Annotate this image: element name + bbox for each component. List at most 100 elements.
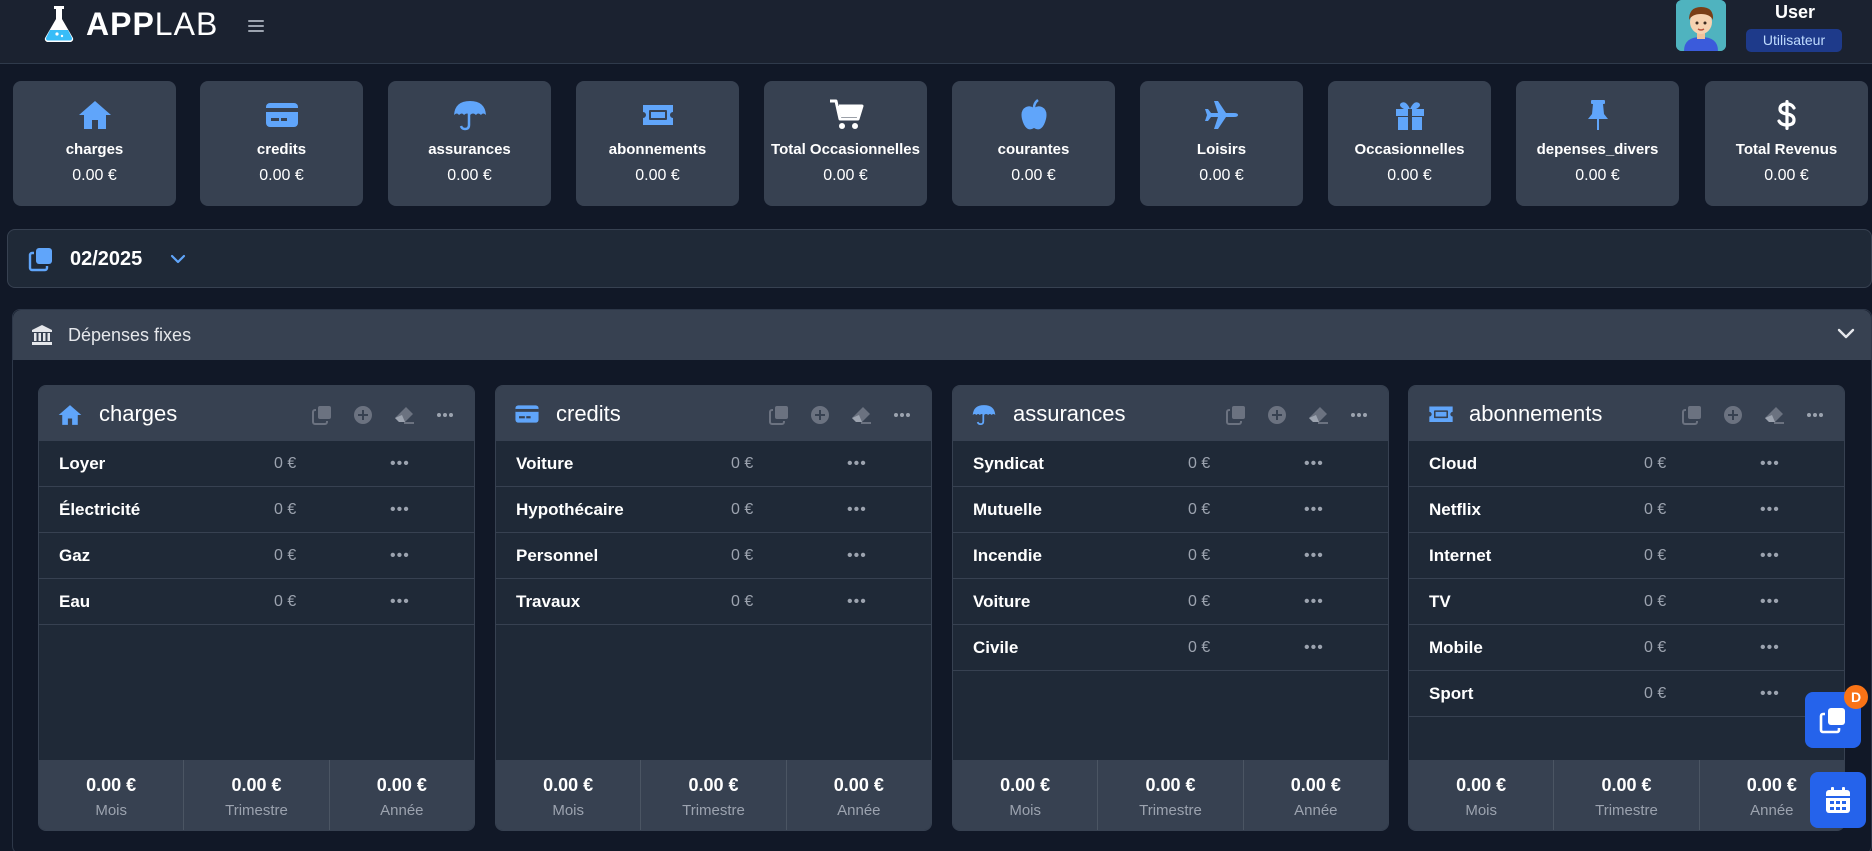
list-item[interactable]: TV 0 € •••: [1409, 579, 1844, 625]
list-item[interactable]: Internet 0 € •••: [1409, 533, 1844, 579]
list-item[interactable]: Mutuelle 0 € •••: [953, 487, 1388, 533]
month-value[interactable]: 02/2025: [70, 248, 142, 271]
summary-value: 0.00 €: [1575, 167, 1620, 184]
plus-circle-icon[interactable]: [808, 403, 831, 426]
eraser-icon[interactable]: [1306, 403, 1329, 426]
summary-label: credits: [256, 141, 307, 158]
summary-card-courantes[interactable]: courantes 0.00 €: [952, 81, 1115, 206]
floating-calendar-button[interactable]: [1810, 772, 1866, 828]
logo-bold: APP: [86, 5, 155, 42]
item-menu-icon[interactable]: •••: [390, 547, 410, 565]
summary-label: Total Occasionnelles: [771, 141, 920, 158]
summary-label: assurances: [428, 141, 511, 158]
avatar[interactable]: [1676, 0, 1726, 51]
category-card-abonnements: abonnements Cloud 0 € ••• Netflix 0 € ••• In…: [1408, 385, 1845, 831]
summary-card-total-occasionnelles[interactable]: Total Occasionnelles 0.00 €: [764, 81, 927, 206]
item-menu-icon[interactable]: •••: [1760, 593, 1780, 611]
item-menu-icon[interactable]: •••: [1304, 593, 1324, 611]
item-menu-icon[interactable]: •••: [1304, 639, 1324, 657]
item-amount: 0 €: [274, 593, 297, 610]
chevron-down-icon[interactable]: [1837, 326, 1855, 342]
total-value: 0.00 €: [1000, 775, 1051, 795]
item-menu-icon[interactable]: •••: [1760, 639, 1780, 657]
list-item[interactable]: Netflix 0 € •••: [1409, 487, 1844, 533]
item-menu-icon[interactable]: •••: [390, 501, 410, 519]
list-item[interactable]: Hypothécaire 0 € •••: [496, 487, 931, 533]
summary-card-charges[interactable]: charges 0.00 €: [13, 81, 176, 206]
item-amount: 0 €: [1188, 501, 1211, 518]
expense-list: Syndicat 0 € ••• Mutuelle 0 € ••• Incendie 0 …: [953, 441, 1388, 671]
copy-icon[interactable]: [28, 246, 54, 272]
item-menu-icon[interactable]: •••: [847, 501, 867, 519]
list-item[interactable]: Gaz 0 € •••: [39, 533, 474, 579]
total-quarter: 0.00 € Trimestre: [1553, 760, 1698, 830]
summary-card-abonnements[interactable]: abonnements 0.00 €: [576, 81, 739, 206]
list-item[interactable]: Mobile 0 € •••: [1409, 625, 1844, 671]
summary-card-depenses-divers[interactable]: depenses_divers 0.00 €: [1516, 81, 1679, 206]
list-item[interactable]: Incendie 0 € •••: [953, 533, 1388, 579]
summary-label: Loisirs: [1196, 141, 1247, 158]
item-menu-icon[interactable]: •••: [1304, 547, 1324, 565]
item-menu-icon[interactable]: •••: [847, 593, 867, 611]
total-label: Trimestre: [1595, 802, 1658, 819]
more-options-icon[interactable]: [433, 403, 456, 426]
eraser-icon[interactable]: [849, 403, 872, 426]
copy-icon[interactable]: [1680, 403, 1703, 426]
item-menu-icon[interactable]: •••: [847, 547, 867, 565]
list-item[interactable]: Personnel 0 € •••: [496, 533, 931, 579]
total-label: Trimestre: [682, 802, 745, 819]
item-menu-icon[interactable]: •••: [390, 593, 410, 611]
more-options-icon[interactable]: [1347, 403, 1370, 426]
more-options-icon[interactable]: [1803, 403, 1826, 426]
item-name: Netflix: [1429, 500, 1481, 519]
copy-icon[interactable]: [1224, 403, 1247, 426]
list-item[interactable]: Cloud 0 € •••: [1409, 441, 1844, 487]
total-value: 0.00 €: [1145, 775, 1196, 795]
item-menu-icon[interactable]: •••: [1304, 455, 1324, 473]
summary-card-credits[interactable]: credits 0.00 €: [200, 81, 363, 206]
apple-icon: [1016, 97, 1052, 133]
item-menu-icon[interactable]: •••: [1304, 501, 1324, 519]
item-name: Hypothécaire: [516, 500, 624, 519]
eraser-icon[interactable]: [1762, 403, 1785, 426]
item-menu-icon[interactable]: •••: [1760, 501, 1780, 519]
item-menu-icon[interactable]: •••: [1760, 455, 1780, 473]
app-logo[interactable]: APPLAB: [42, 4, 218, 44]
plus-circle-icon[interactable]: [1721, 403, 1744, 426]
plus-circle-icon[interactable]: [1265, 403, 1288, 426]
user-name[interactable]: User: [1745, 2, 1845, 23]
copy-icon[interactable]: [310, 403, 333, 426]
summary-card-occasionnelles[interactable]: Occasionnelles 0.00 €: [1328, 81, 1491, 206]
item-menu-icon[interactable]: •••: [1760, 685, 1780, 703]
item-amount: 0 €: [1188, 639, 1211, 656]
item-menu-icon[interactable]: •••: [1760, 547, 1780, 565]
list-item[interactable]: Loyer 0 € •••: [39, 441, 474, 487]
list-item[interactable]: Syndicat 0 € •••: [953, 441, 1388, 487]
more-options-icon[interactable]: [890, 403, 913, 426]
list-item[interactable]: Civile 0 € •••: [953, 625, 1388, 671]
list-item[interactable]: Eau 0 € •••: [39, 579, 474, 625]
item-menu-icon[interactable]: •••: [847, 455, 867, 473]
gift-icon: [1392, 97, 1428, 133]
section-header[interactable]: Dépenses fixes: [13, 310, 1871, 360]
copy-icon: [1819, 706, 1847, 734]
summary-card-total-revenus[interactable]: Total Revenus 0.00 €: [1705, 81, 1868, 206]
summary-card-assurances[interactable]: assurances 0.00 €: [388, 81, 551, 206]
list-item[interactable]: Voiture 0 € •••: [953, 579, 1388, 625]
plus-circle-icon[interactable]: [351, 403, 374, 426]
list-item[interactable]: Voiture 0 € •••: [496, 441, 931, 487]
total-value: 0.00 €: [688, 775, 739, 795]
card-header: credits: [496, 386, 931, 441]
item-name: Cloud: [1429, 454, 1478, 473]
eraser-icon[interactable]: [392, 403, 415, 426]
list-item[interactable]: Électricité 0 € •••: [39, 487, 474, 533]
list-item[interactable]: Travaux 0 € •••: [496, 579, 931, 625]
summary-card-loisirs[interactable]: Loisirs 0.00 €: [1140, 81, 1303, 206]
item-menu-icon[interactable]: •••: [390, 455, 410, 473]
item-name: Gaz: [59, 546, 91, 565]
hamburger-menu-icon[interactable]: [244, 14, 268, 38]
total-value: 0.00 €: [1290, 775, 1341, 795]
list-item[interactable]: Sport 0 € •••: [1409, 671, 1844, 717]
copy-icon[interactable]: [767, 403, 790, 426]
chevron-down-icon[interactable]: [170, 252, 186, 266]
